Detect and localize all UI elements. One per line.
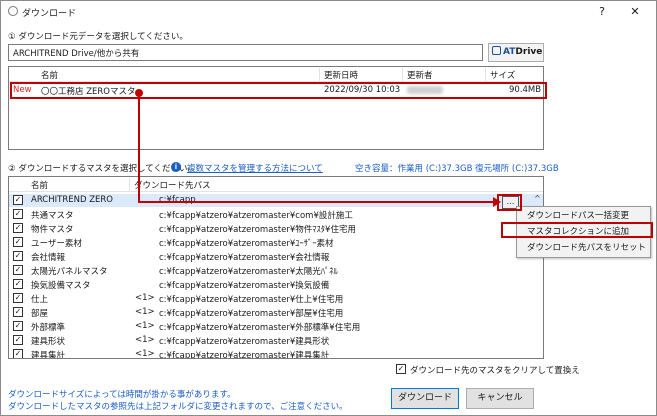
scroll-up-icon[interactable]: ^ [534,194,541,203]
master-checkbox[interactable]: ✓ [13,265,23,275]
multi-master-help-link[interactable]: 複数マスタを管理する方法について [187,162,323,174]
master-download-path: c:¥fcapp¥atzero¥atzeromaster¥com¥設計施工 [159,211,353,221]
master-checkbox[interactable]: ✓ [13,321,23,331]
col-download-path[interactable]: ダウンロード先パス [134,179,211,191]
master-checkbox[interactable]: ✓ [13,335,23,345]
master-checkbox[interactable]: ✓ [13,209,23,219]
download-dialog: ダウンロード ? ✕ ① ダウンロード元データを選択してください。 ARCHIT… [0,0,657,416]
table-row[interactable]: ✓ 部屋 <1> c:¥fcapp¥atzero¥atzeromaster¥部屋¥住宅… [9,306,543,319]
master-name: 建具集計 [31,351,66,359]
help-button[interactable]: ? [590,4,614,20]
table-row[interactable]: ✓ 換気設備マスタ c:¥fcapp¥atzero¥atzeromaster¥換気設… [9,278,543,291]
atdrive-logo-icon [492,46,501,55]
master-download-path: c:¥fcapp¥atzero¥atzeromaster¥物件ﾏｽﾀ¥住宅用 [159,225,356,235]
master-name: 建具形状 [31,337,66,347]
source-path-field[interactable]: ARCHITREND Drive/他から共有 [8,44,483,61]
master-download-path: c:¥fcapp¥atzero¥atzeromaster¥換気設備 [159,281,330,291]
master-name: 物件マスタ [31,225,74,235]
master-prefix: <1> [135,349,155,359]
col-master-name[interactable]: 名前 [31,179,48,191]
table-row[interactable]: ✓ 会社情報 c:¥fcapp¥atzero¥atzeromaster¥会社情報 [9,250,543,263]
master-name: 共通マスタ [31,211,74,221]
free-space-text: 空き容量：作業用 (C:)37.3GB 復元場所 (C:)37.3GB [355,164,559,174]
title-bar: ダウンロード ? ✕ [1,1,656,23]
master-download-path: c:¥fcapp¥atzero¥atzeromaster¥太陽光ﾊﾟﾈﾙ [159,267,338,277]
source-list-header: 名前 更新日時 更新者 サイズ [9,67,543,82]
master-download-path: c:¥fcapp¥atzero¥atzeromaster¥外部標準¥住宅用 [159,323,361,333]
master-list-header: 名前 ダウンロード先パス [9,177,543,192]
master-name: 換気設備マスタ [31,281,91,291]
master-checkbox[interactable]: ✓ [13,293,23,303]
master-checkbox[interactable]: ✓ [13,279,23,289]
master-download-path: c:¥fcapp¥atzero¥atzeromaster¥建具形状 [159,337,330,347]
menu-item-highlight [501,222,653,238]
source-section-label: ① ダウンロード元データを選択してください。 [8,32,188,42]
source-row-highlight [10,82,547,99]
clear-replace-label: ダウンロード先のマスタをクリアして置換え [410,366,580,376]
master-name: 部屋 [31,309,49,319]
master-checkbox[interactable]: ✓ [13,307,23,317]
master-download-path: c:¥fcapp¥atzero¥atzeromaster¥会社情報 [159,253,330,263]
download-button[interactable]: ダウンロード [391,388,459,409]
annotation-arrow-horizontal [138,201,494,203]
master-name: ARCHITREND ZERO [31,195,113,205]
master-checkbox[interactable]: ✓ [13,223,23,233]
master-name: 仕上 [31,295,49,305]
master-checkbox[interactable]: ✓ [13,195,23,205]
col-name[interactable]: 名前 [41,69,58,81]
note-line-1: ダウンロードサイズによっては時間が掛かる事があります。 [8,390,236,400]
col-updated[interactable]: 更新日時 [324,69,358,81]
annotation-arrow-vertical [138,91,140,203]
browse-button-highlight [497,194,522,211]
master-name: 外部標準 [31,323,66,333]
master-name: 太陽光パネルマスタ [31,267,108,277]
master-prefix: <1> [135,293,155,303]
master-download-path: c:¥fcapp¥atzero¥atzeromaster¥ﾕｰｻﾞｰ素材 [159,239,334,249]
master-download-path: c:¥fcapp¥atzero¥atzeromaster¥建具集計 [159,351,330,359]
master-checkbox[interactable]: ✓ [13,349,23,358]
note-line-2: ダウンロードしたマスタの参照先は上記フォルダに変更されますので、ご注意ください。 [8,402,348,412]
master-section-label: ② ダウンロードするマスタを選択してください。 [8,164,196,174]
cancel-button[interactable]: キャンセル [466,388,534,409]
master-checkbox[interactable]: ✓ [13,251,23,261]
menu-item-reset-path[interactable]: ダウンロード先パスをリセット [517,241,650,256]
master-download-path: c:¥fcapp¥atzero¥atzeromaster¥部屋¥住宅用 [159,309,344,319]
table-row[interactable]: ✓ 仕上 <1> c:¥fcapp¥atzero¥atzeromaster¥仕上¥住宅… [9,292,543,305]
master-download-path: c:¥fcapp [159,195,196,205]
col-size[interactable]: サイズ [490,69,515,81]
window-title: ダウンロード [22,9,77,19]
master-name: ユーザー素材 [31,239,82,249]
master-download-path: c:¥fcapp¥atzero¥atzeromaster¥仕上¥住宅用 [159,295,344,305]
master-prefix: <1> [135,321,155,331]
close-button[interactable]: ✕ [623,4,647,20]
table-row[interactable]: ✓ 太陽光パネルマスタ c:¥fcapp¥atzero¥atzeromaster¥太… [9,264,543,277]
master-checkbox[interactable]: ✓ [13,237,23,247]
clear-replace-checkbox[interactable]: ✓ [396,364,406,374]
table-row[interactable]: ✓ 建具集計 <1> c:¥fcapp¥atzero¥atzeromaster¥建具集… [9,348,543,359]
app-icon [8,6,18,16]
info-icon: i [171,162,181,172]
master-list[interactable]: 名前 ダウンロード先パス ✓ ARCHITREND ZERO c:¥fcapp ✓ 共通… [8,176,544,359]
annotation-arrow-origin [135,89,143,97]
col-updater[interactable]: 更新者 [407,69,433,81]
atdrive-button[interactable]: ATDrive [488,43,544,62]
table-row[interactable]: ✓ 建具形状 <1> c:¥fcapp¥atzero¥atzeromaster¥建具形… [9,334,543,347]
source-file-list[interactable]: 名前 更新日時 更新者 サイズ New 〇〇工務店 ZEROマスタ 2022/0… [8,66,544,150]
master-name: 会社情報 [31,253,66,263]
table-row[interactable]: ✓ 外部標準 <1> c:¥fcapp¥atzero¥atzeromaster¥外部標… [9,320,543,333]
table-row[interactable]: ✓ ユーザー素材 c:¥fcapp¥atzero¥atzeromaster¥ﾕｰｻﾞ… [9,236,543,249]
table-row[interactable]: ✓ 共通マスタ c:¥fcapp¥atzero¥atzeromaster¥com¥設… [9,208,543,221]
master-prefix: <1> [135,335,155,345]
master-prefix: <1> [135,307,155,317]
table-row[interactable]: ✓ 物件マスタ c:¥fcapp¥atzero¥atzeromaster¥物件ﾏｽﾀ… [9,222,543,235]
